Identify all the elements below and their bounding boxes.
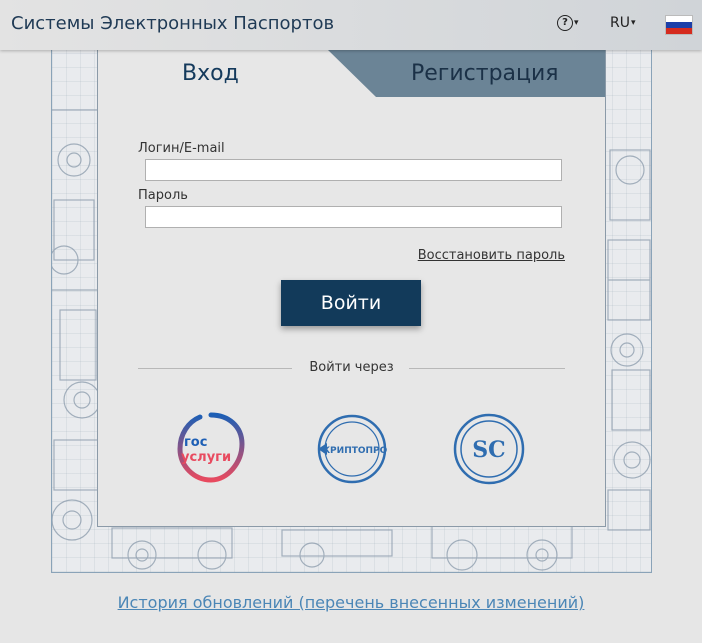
- password-label: Пароль: [138, 188, 188, 203]
- tab-login[interactable]: Вход: [182, 61, 239, 86]
- caret-down-icon: ▾: [574, 18, 579, 28]
- gosuslugi-login-button[interactable]: гос услуги: [174, 412, 248, 486]
- tab-register[interactable]: Регистрация: [411, 61, 559, 86]
- sc-text: SC: [472, 437, 505, 463]
- caret-down-icon: ▾: [630, 18, 636, 28]
- question-circle-icon: ?: [557, 15, 573, 31]
- alt-login-label: Войти через: [309, 360, 394, 375]
- language-dropdown[interactable]: RU▾: [610, 15, 636, 31]
- login-button[interactable]: Войти: [281, 280, 421, 326]
- gosuslugi-logo-icon: гос услуги: [177, 412, 245, 483]
- sc-login-button[interactable]: SC: [452, 412, 526, 486]
- help-dropdown[interactable]: ? ▾: [557, 15, 579, 31]
- gosuslugi-line2: услуги: [181, 450, 231, 465]
- cryptopro-login-button[interactable]: КРИПТОПРО: [315, 412, 389, 486]
- login-label: Логин/E-mail: [138, 141, 225, 156]
- history-link[interactable]: История обновлений (перечень внесенных и…: [0, 593, 702, 612]
- sc-logo-icon: SC: [453, 413, 525, 485]
- restore-password-link[interactable]: Восстановить пароль: [418, 248, 565, 263]
- login-input[interactable]: [145, 159, 562, 181]
- cryptopro-text: КРИПТОПРО: [323, 446, 388, 456]
- auth-card: Вход Регистрация Логин/E-mail Пароль Вос…: [97, 50, 606, 527]
- cryptopro-logo-icon: КРИПТОПРО: [317, 414, 388, 484]
- language-label: RU: [610, 15, 630, 31]
- app-title: Системы Электронных Паспортов: [11, 13, 335, 34]
- gosuslugi-line1: гос: [184, 435, 207, 450]
- russia-flag-icon[interactable]: [665, 15, 693, 35]
- top-bar: Системы Электронных Паспортов ? ▾ RU▾: [0, 0, 702, 50]
- password-input[interactable]: [145, 206, 562, 228]
